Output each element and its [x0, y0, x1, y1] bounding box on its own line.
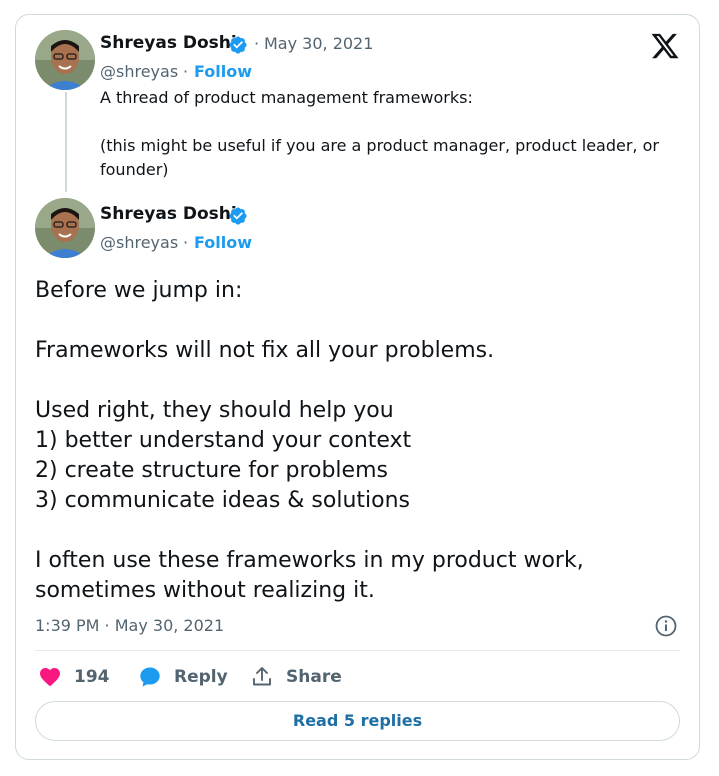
- main-tweet-text: Before we jump in: Frameworks will not f…: [35, 276, 675, 606]
- reply-bubble-icon: [140, 667, 160, 687]
- follow-link[interactable]: Follow: [194, 62, 252, 81]
- separator: ·: [254, 34, 260, 53]
- separator: ·: [183, 233, 189, 252]
- follow-link[interactable]: Follow: [194, 233, 252, 252]
- heart-icon: [40, 668, 60, 687]
- quoted-tweet-text: A thread of product management framework…: [100, 86, 690, 182]
- author-handle[interactable]: @shreyas: [100, 62, 178, 81]
- reply-button[interactable]: Reply: [138, 664, 228, 690]
- tweet-text-line: Frameworks will not fix all your problem…: [35, 338, 495, 363]
- tweet-text-line: A thread of product management framework…: [100, 88, 473, 107]
- verified-badge-icon: [229, 36, 247, 54]
- info-icon[interactable]: [654, 614, 678, 638]
- tweet-date[interactable]: May 30, 2021: [264, 34, 373, 53]
- tweet-text-line: sometimes without realizing it.: [35, 578, 375, 603]
- tweet-timestamp[interactable]: 1:39 PM · May 30, 2021: [35, 616, 224, 635]
- tweet-text-line: 3) communicate ideas & solutions: [35, 488, 410, 513]
- separator: ·: [183, 62, 189, 81]
- author-handle[interactable]: @shreyas: [100, 233, 178, 252]
- tweet-text-line: 2) create structure for problems: [35, 458, 388, 483]
- tweet-text-line: Before we jump in:: [35, 278, 243, 303]
- author-name[interactable]: Shreyas Doshi: [100, 33, 237, 53]
- avatar[interactable]: [35, 30, 95, 90]
- author-name[interactable]: Shreyas Doshi: [100, 204, 237, 224]
- tweet-text-line: I often use these frameworks in my produ…: [35, 548, 584, 573]
- like-count: 194: [74, 667, 110, 687]
- read-replies-button[interactable]: Read 5 replies: [35, 701, 680, 741]
- share-label: Share: [286, 667, 342, 687]
- reply-label: Reply: [174, 667, 228, 687]
- share-button[interactable]: Share: [250, 664, 342, 690]
- thread-connector-line: [65, 92, 67, 192]
- like-button[interactable]: 194: [38, 664, 110, 690]
- x-logo-icon[interactable]: [650, 31, 680, 61]
- avatar[interactable]: [35, 198, 95, 258]
- tweet-text-line: Used right, they should help you: [35, 398, 394, 423]
- tweet-text-line: (this might be useful if you are a produ…: [100, 136, 659, 179]
- verified-badge-icon: [229, 207, 247, 225]
- divider: [35, 650, 680, 651]
- share-icon: [253, 667, 271, 686]
- tweet-text-line: 1) better understand your context: [35, 428, 412, 453]
